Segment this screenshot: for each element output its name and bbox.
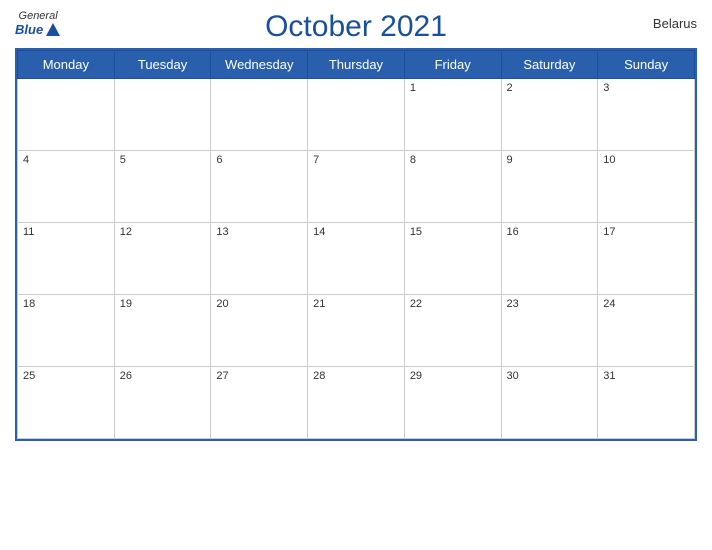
logo-blue-text: Blue xyxy=(15,23,43,37)
logo: General Blue xyxy=(15,10,61,38)
calendar-day: 7 xyxy=(308,151,405,223)
calendar-day: 16 xyxy=(501,223,598,295)
calendar-day: 24 xyxy=(598,295,695,367)
day-number: 19 xyxy=(120,298,206,310)
calendar-day xyxy=(114,79,211,151)
day-number: 6 xyxy=(216,154,302,166)
col-monday: Monday xyxy=(18,51,115,79)
calendar-day: 20 xyxy=(211,295,308,367)
day-number: 20 xyxy=(216,298,302,310)
calendar-week-5: 25 26 27 28 29 30 31 xyxy=(18,367,695,439)
calendar-day: 4 xyxy=(18,151,115,223)
calendar-header-row: Monday Tuesday Wednesday Thursday Friday… xyxy=(18,51,695,79)
day-number: 9 xyxy=(507,154,593,166)
calendar-header: General Blue October 2021 Belarus xyxy=(15,10,697,44)
calendar-day: 8 xyxy=(404,151,501,223)
calendar-day: 29 xyxy=(404,367,501,439)
calendar-day xyxy=(18,79,115,151)
day-number: 24 xyxy=(603,298,689,310)
col-wednesday: Wednesday xyxy=(211,51,308,79)
day-number: 4 xyxy=(23,154,109,166)
calendar-day: 27 xyxy=(211,367,308,439)
calendar-day: 30 xyxy=(501,367,598,439)
day-number: 23 xyxy=(507,298,593,310)
calendar-day: 14 xyxy=(308,223,405,295)
col-saturday: Saturday xyxy=(501,51,598,79)
logo-icon xyxy=(45,22,61,38)
day-number: 2 xyxy=(507,82,593,94)
day-number: 18 xyxy=(23,298,109,310)
calendar-day: 26 xyxy=(114,367,211,439)
day-number: 27 xyxy=(216,370,302,382)
calendar-week-2: 456789 10 xyxy=(18,151,695,223)
calendar-day: 18 xyxy=(18,295,115,367)
day-number: 22 xyxy=(410,298,496,310)
calendar-day xyxy=(308,79,405,151)
calendar-day: 31 xyxy=(598,367,695,439)
day-number: 5 xyxy=(120,154,206,166)
day-number: 31 xyxy=(603,370,689,382)
day-number: 10 xyxy=(603,154,689,166)
country-label: Belarus xyxy=(653,16,697,31)
calendar-day: 2 xyxy=(501,79,598,151)
calendar-day: 19 xyxy=(114,295,211,367)
calendar-week-3: 11 12 13 14 15 16 17 xyxy=(18,223,695,295)
calendar-day: 12 xyxy=(114,223,211,295)
day-number: 14 xyxy=(313,226,399,238)
day-number: 12 xyxy=(120,226,206,238)
calendar-day: 13 xyxy=(211,223,308,295)
day-number: 8 xyxy=(410,154,496,166)
day-number: 29 xyxy=(410,370,496,382)
col-tuesday: Tuesday xyxy=(114,51,211,79)
calendar-container: Monday Tuesday Wednesday Thursday Friday… xyxy=(15,48,697,441)
calendar-day: 21 xyxy=(308,295,405,367)
day-number: 11 xyxy=(23,226,109,238)
calendar-day: 11 xyxy=(18,223,115,295)
day-number: 15 xyxy=(410,226,496,238)
calendar-table: Monday Tuesday Wednesday Thursday Friday… xyxy=(17,50,695,439)
day-number: 25 xyxy=(23,370,109,382)
calendar-day: 9 xyxy=(501,151,598,223)
day-number: 21 xyxy=(313,298,399,310)
calendar-day: 22 xyxy=(404,295,501,367)
calendar-title: October 2021 xyxy=(265,10,447,44)
day-number: 3 xyxy=(603,82,689,94)
calendar-day: 25 xyxy=(18,367,115,439)
col-sunday: Sunday xyxy=(598,51,695,79)
logo-general-text: General xyxy=(19,10,58,22)
day-number: 13 xyxy=(216,226,302,238)
calendar-day: 15 xyxy=(404,223,501,295)
calendar-week-1: 123 xyxy=(18,79,695,151)
calendar-week-4: 18 19 20 21 22 23 24 xyxy=(18,295,695,367)
col-friday: Friday xyxy=(404,51,501,79)
day-number: 30 xyxy=(507,370,593,382)
calendar-day: 5 xyxy=(114,151,211,223)
calendar-day: 3 xyxy=(598,79,695,151)
calendar-day xyxy=(211,79,308,151)
calendar-day: 1 xyxy=(404,79,501,151)
day-number: 28 xyxy=(313,370,399,382)
calendar-day: 17 xyxy=(598,223,695,295)
calendar-day: 6 xyxy=(211,151,308,223)
col-thursday: Thursday xyxy=(308,51,405,79)
day-number: 7 xyxy=(313,154,399,166)
day-number: 17 xyxy=(603,226,689,238)
day-number: 26 xyxy=(120,370,206,382)
calendar-day: 10 xyxy=(598,151,695,223)
day-number: 16 xyxy=(507,226,593,238)
calendar-day: 23 xyxy=(501,295,598,367)
day-number: 1 xyxy=(410,82,496,94)
calendar-day: 28 xyxy=(308,367,405,439)
